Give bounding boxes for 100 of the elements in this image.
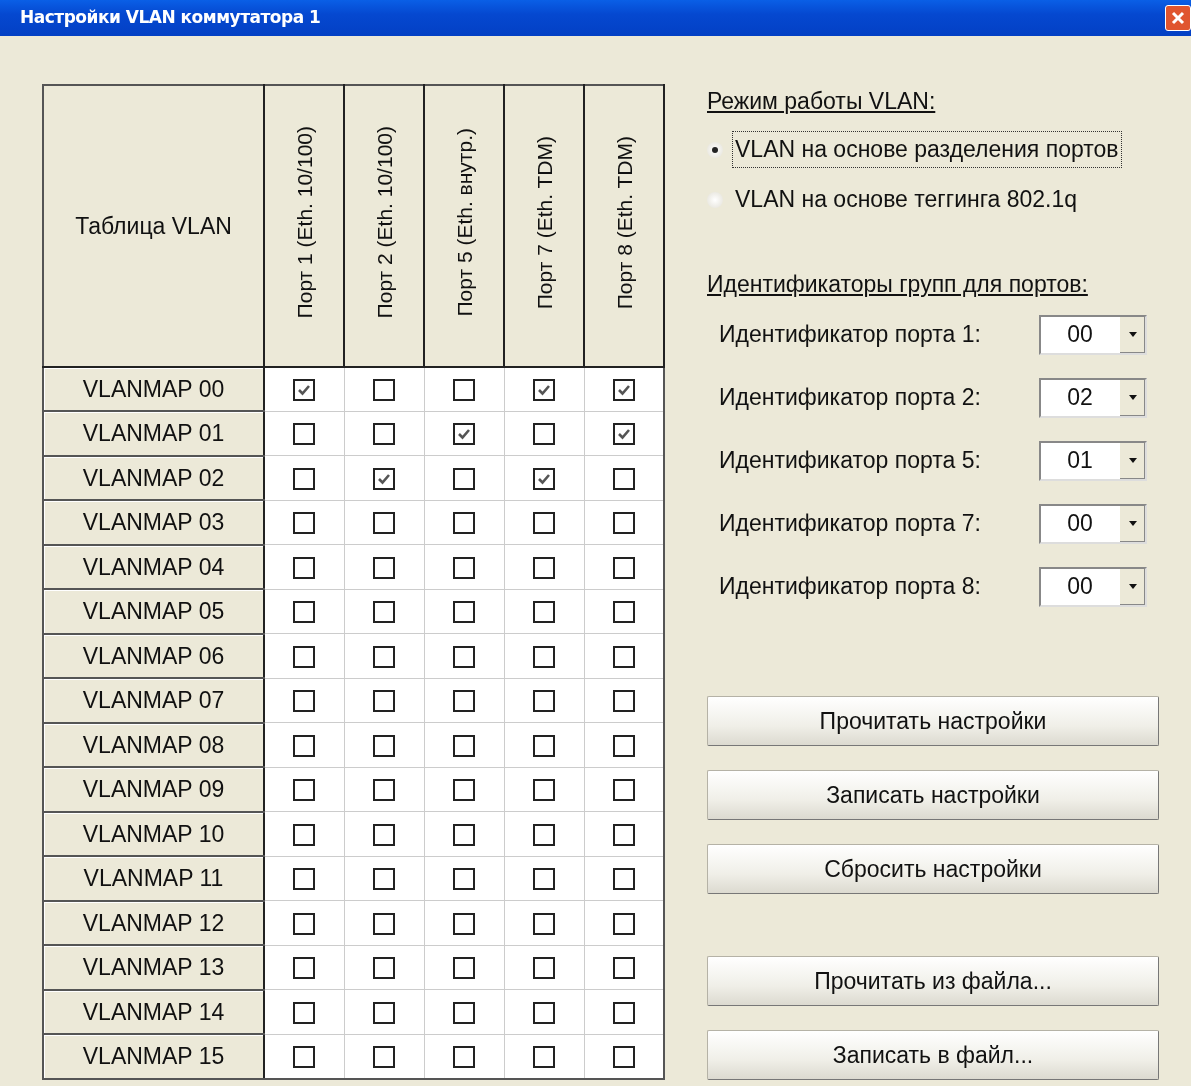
- checkbox[interactable]: [612, 379, 635, 402]
- checkbox[interactable]: [293, 779, 316, 802]
- checkbox[interactable]: [453, 957, 475, 980]
- checkbox[interactable]: [453, 912, 475, 935]
- action-button[interactable]: Записать настройки: [707, 770, 1159, 820]
- checkbox[interactable]: [453, 512, 475, 535]
- checkbox[interactable]: [612, 912, 635, 935]
- radio-label[interactable]: VLAN на основе разделения портов: [733, 132, 1121, 167]
- checkbox[interactable]: [373, 556, 395, 579]
- checkbox[interactable]: [453, 734, 475, 757]
- checkbox[interactable]: [453, 779, 475, 802]
- radio-label[interactable]: VLAN на основе теггинга 802.1q: [733, 182, 1080, 217]
- checkbox[interactable]: [373, 423, 395, 446]
- caret-icon[interactable]: [1127, 331, 1138, 338]
- checkbox[interactable]: [373, 779, 395, 802]
- caret-icon[interactable]: [1127, 457, 1138, 464]
- radio-button[interactable]: [707, 191, 723, 208]
- dropdown-field[interactable]: 02: [1039, 377, 1147, 418]
- checkbox[interactable]: [533, 957, 555, 980]
- checkbox[interactable]: [293, 868, 316, 891]
- checkbox[interactable]: [533, 868, 555, 891]
- checkbox[interactable]: [453, 423, 475, 446]
- checkbox[interactable]: [453, 467, 475, 490]
- checkbox[interactable]: [612, 1001, 635, 1024]
- checkbox[interactable]: [612, 957, 635, 980]
- checkbox[interactable]: [612, 512, 635, 535]
- checkbox[interactable]: [533, 690, 555, 713]
- checkbox[interactable]: [373, 823, 395, 846]
- checkbox[interactable]: [612, 823, 635, 846]
- checkbox[interactable]: [453, 556, 475, 579]
- action-button[interactable]: Прочитать настройки: [707, 696, 1159, 746]
- checkbox[interactable]: [453, 1046, 475, 1069]
- checkbox[interactable]: [453, 379, 475, 402]
- checkbox[interactable]: [533, 556, 555, 579]
- checkbox[interactable]: [612, 423, 635, 446]
- checkbox[interactable]: [293, 423, 316, 446]
- checkbox[interactable]: [293, 556, 316, 579]
- checkbox[interactable]: [373, 379, 395, 402]
- caret-icon[interactable]: [1127, 394, 1138, 401]
- checkbox[interactable]: [612, 734, 635, 757]
- checkbox[interactable]: [373, 868, 395, 891]
- checkbox[interactable]: [293, 379, 316, 402]
- checkbox[interactable]: [533, 1046, 555, 1069]
- checkbox[interactable]: [373, 512, 395, 535]
- caret-icon[interactable]: [1127, 583, 1138, 590]
- checkbox[interactable]: [373, 601, 395, 624]
- checkbox[interactable]: [533, 779, 555, 802]
- dropdown-field[interactable]: 00: [1039, 503, 1147, 544]
- checkbox[interactable]: [533, 467, 555, 490]
- checkbox[interactable]: [533, 912, 555, 935]
- checkbox[interactable]: [533, 601, 555, 624]
- checkbox[interactable]: [533, 734, 555, 757]
- checkbox[interactable]: [612, 601, 635, 624]
- dropdown-field[interactable]: 00: [1039, 566, 1147, 607]
- checkbox[interactable]: [612, 556, 635, 579]
- checkbox[interactable]: [373, 645, 395, 668]
- checkbox[interactable]: [293, 1001, 316, 1024]
- checkbox[interactable]: [293, 912, 316, 935]
- checkbox[interactable]: [373, 734, 395, 757]
- checkbox[interactable]: [293, 823, 316, 846]
- checkbox[interactable]: [293, 957, 316, 980]
- checkbox[interactable]: [453, 868, 475, 891]
- checkbox[interactable]: [612, 779, 635, 802]
- dropdown-field[interactable]: 00: [1039, 314, 1147, 355]
- checkbox[interactable]: [293, 645, 316, 668]
- checkbox[interactable]: [533, 379, 555, 402]
- checkbox[interactable]: [612, 690, 635, 713]
- checkbox[interactable]: [453, 601, 475, 624]
- action-button[interactable]: Записать в файл...: [707, 1030, 1159, 1080]
- checkbox[interactable]: [373, 467, 395, 490]
- checkbox[interactable]: [293, 601, 316, 624]
- checkbox[interactable]: [293, 734, 316, 757]
- checkbox[interactable]: [373, 912, 395, 935]
- caret-icon[interactable]: [1127, 520, 1138, 527]
- close-icon[interactable]: [1165, 5, 1191, 31]
- checkbox[interactable]: [293, 690, 316, 713]
- checkbox[interactable]: [453, 1001, 475, 1024]
- checkbox[interactable]: [533, 1001, 555, 1024]
- checkbox[interactable]: [533, 423, 555, 446]
- checkbox[interactable]: [373, 1046, 395, 1069]
- checkbox[interactable]: [373, 690, 395, 713]
- checkbox[interactable]: [612, 645, 635, 668]
- checkbox[interactable]: [373, 1001, 395, 1024]
- checkbox[interactable]: [612, 467, 635, 490]
- checkbox[interactable]: [373, 957, 395, 980]
- checkbox[interactable]: [533, 823, 555, 846]
- radio-button[interactable]: [707, 141, 723, 158]
- checkbox[interactable]: [453, 645, 475, 668]
- checkbox[interactable]: [533, 512, 555, 535]
- checkbox[interactable]: [293, 1046, 316, 1069]
- checkbox[interactable]: [612, 1046, 635, 1069]
- checkbox[interactable]: [453, 690, 475, 713]
- checkbox[interactable]: [533, 645, 555, 668]
- checkbox[interactable]: [293, 512, 316, 535]
- dropdown-field[interactable]: 01: [1039, 440, 1147, 481]
- checkbox[interactable]: [453, 823, 475, 846]
- checkbox[interactable]: [293, 467, 316, 490]
- action-button[interactable]: Прочитать из файла...: [707, 956, 1159, 1006]
- checkbox[interactable]: [612, 868, 635, 891]
- action-button[interactable]: Сбросить настройки: [707, 844, 1159, 894]
